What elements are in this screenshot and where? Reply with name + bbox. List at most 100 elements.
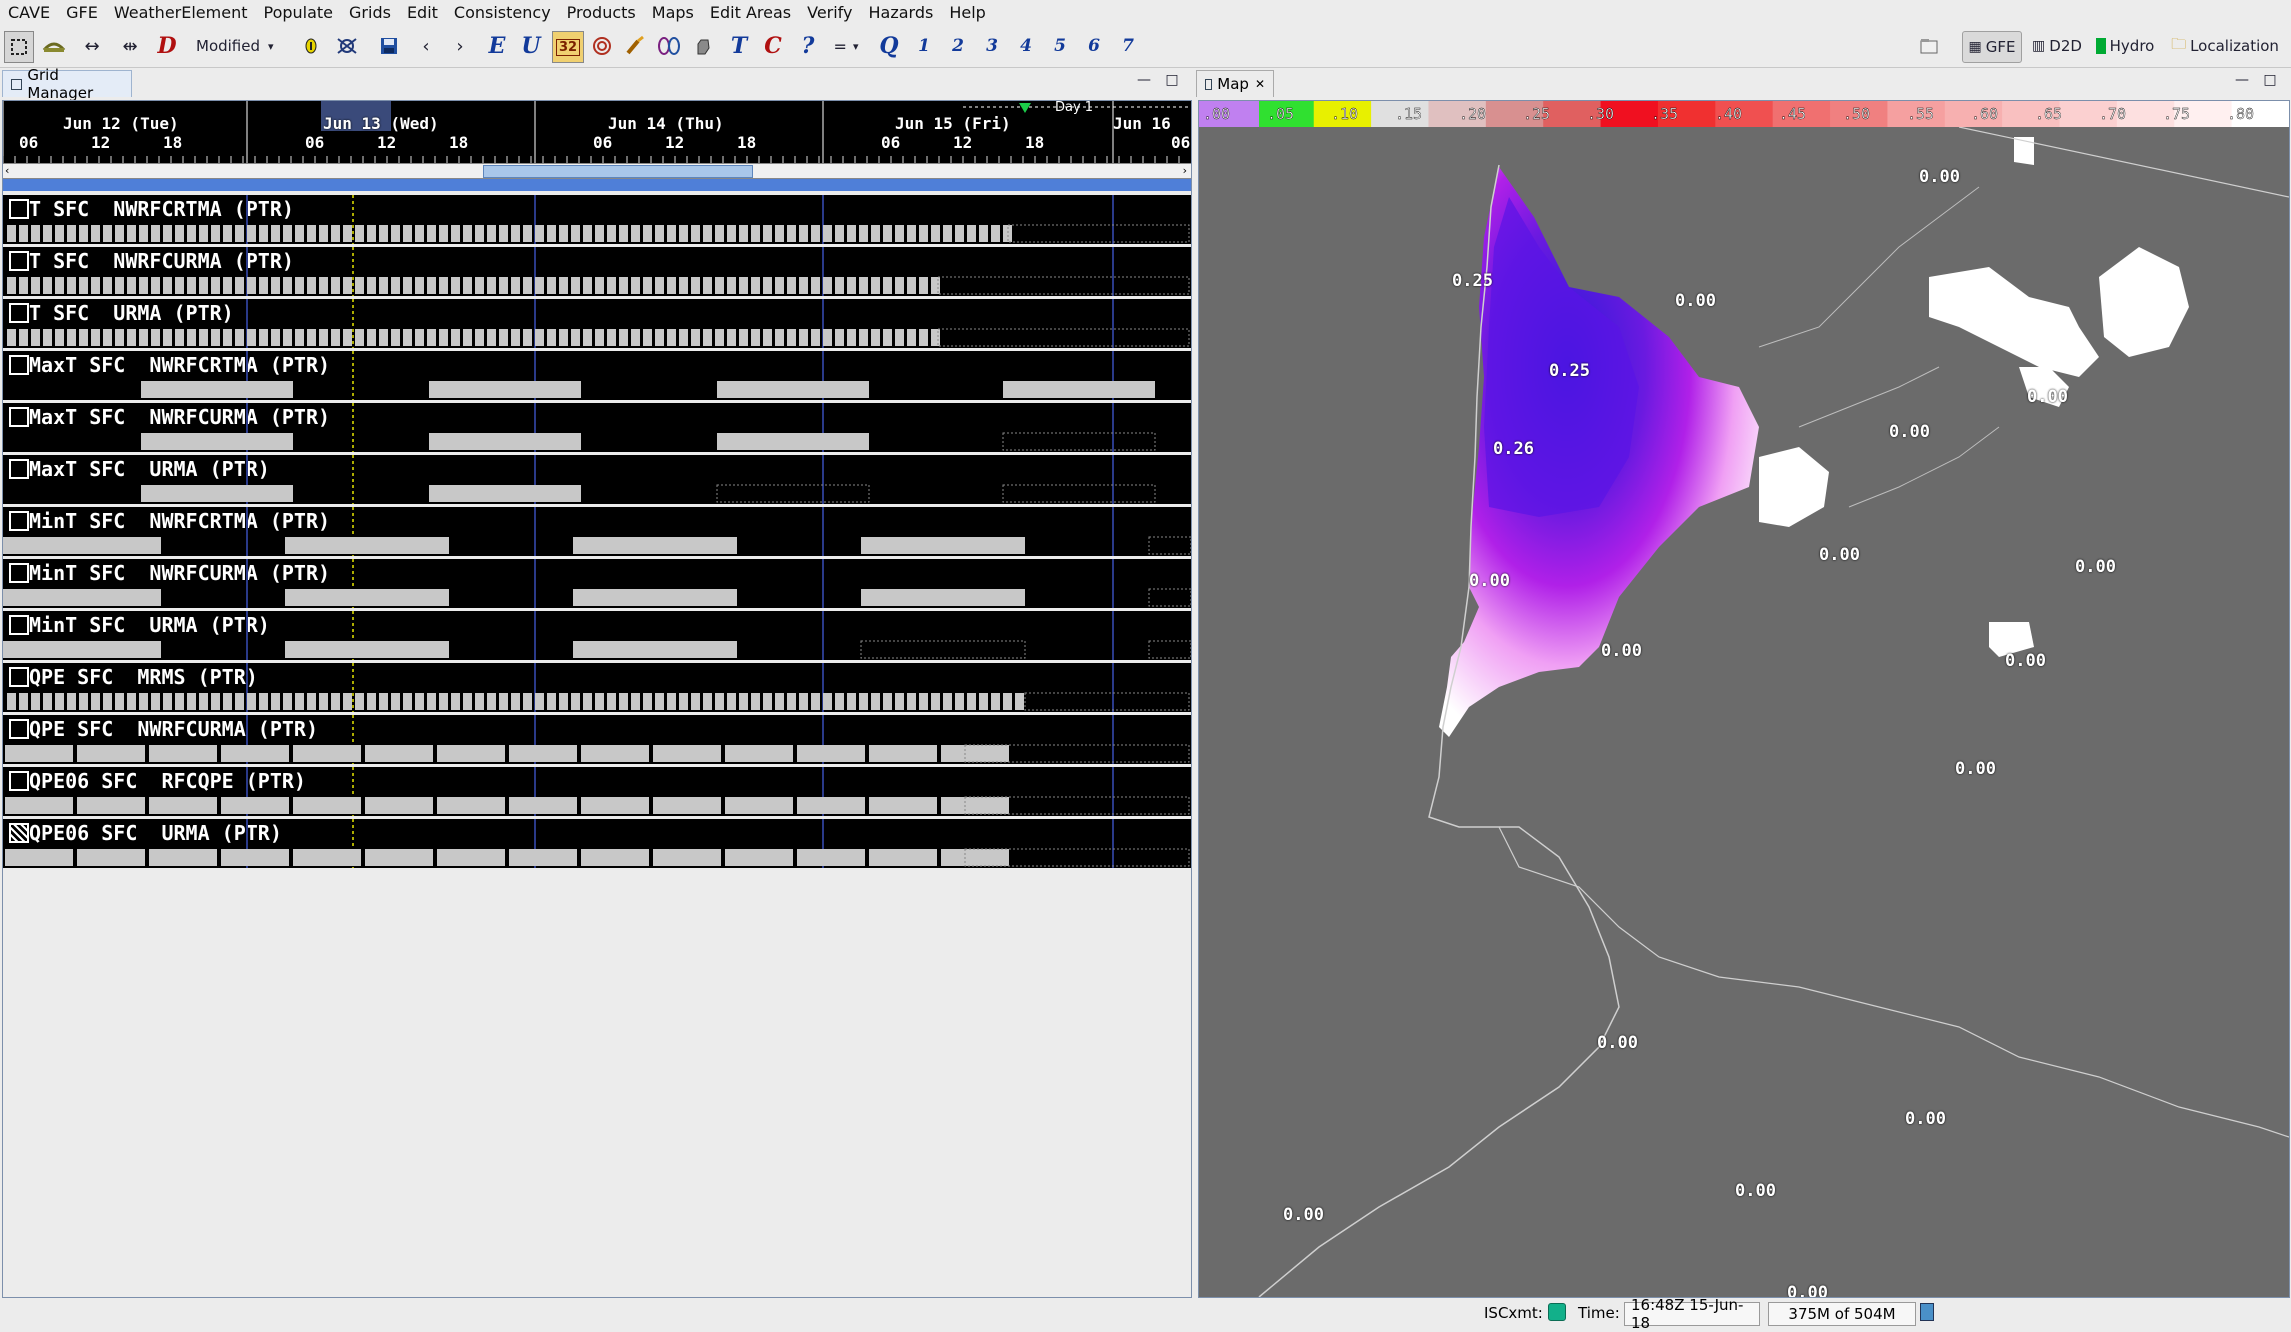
grid-block[interactable] [703,225,712,242]
grid-block[interactable] [787,693,796,710]
grid-block[interactable] [751,277,760,294]
grid-block[interactable] [763,225,772,242]
grid-block[interactable] [559,277,568,294]
color-bar[interactable]: .00 .05 .10 .15 .20 .25 .30 .35 .40 .45 .50 .55 .60.… [1199,101,2289,127]
grid-block[interactable] [715,277,724,294]
grid-block[interactable] [487,225,496,242]
grid-block[interactable] [895,329,904,346]
grid-block[interactable] [559,693,568,710]
grid-block[interactable] [295,693,304,710]
grid-block[interactable] [127,693,136,710]
grid-block[interactable] [235,277,244,294]
grid-block[interactable] [149,797,217,814]
grid-block[interactable] [559,225,568,242]
missing-grid-block[interactable] [937,276,1190,295]
grid-block[interactable] [67,693,76,710]
grid-block[interactable] [307,277,316,294]
grid-block[interactable] [691,693,700,710]
menu-maps[interactable]: Maps [644,3,702,22]
menu-hazards[interactable]: Hazards [861,3,942,22]
grid-block[interactable] [293,849,361,866]
grid-block[interactable] [141,381,293,398]
grid-block[interactable] [859,693,868,710]
grid-block[interactable] [499,225,508,242]
grid-block[interactable] [595,225,604,242]
grid-block[interactable] [285,589,449,606]
grid-block[interactable] [619,329,628,346]
grid-block[interactable] [523,225,532,242]
grid-block[interactable] [895,277,904,294]
grid-block[interactable] [797,745,865,762]
grid-block[interactable] [235,693,244,710]
grid-block[interactable] [295,277,304,294]
grid-block[interactable] [797,849,865,866]
edit-area-icon[interactable] [334,31,360,61]
grid-block[interactable] [895,693,904,710]
perspective-d2d[interactable]: ▥ D2D [2028,31,2086,61]
grid-block[interactable] [799,693,808,710]
grid-block[interactable] [581,797,649,814]
grid-block[interactable] [3,641,161,658]
grid-block[interactable] [19,693,28,710]
grid-block[interactable] [31,277,40,294]
minimize-icon[interactable]: — [1134,70,1154,90]
grid-row[interactable]: MaxT SFC NWRFCRTMA (PTR) [3,351,1191,400]
grid-block[interactable] [751,329,760,346]
grid-block[interactable] [283,329,292,346]
grid-block[interactable] [211,225,220,242]
grid-block[interactable] [607,329,616,346]
menu-weatherelement[interactable]: WeatherElement [106,3,256,22]
grid-block[interactable] [271,693,280,710]
grid-block[interactable] [221,849,289,866]
grid-block[interactable] [691,225,700,242]
mode-dropdown[interactable]: Modified ▾ [196,31,286,61]
grid-block[interactable] [67,329,76,346]
grid-block[interactable] [55,277,64,294]
grid-block[interactable] [775,693,784,710]
grid-block[interactable] [365,849,433,866]
grid-block[interactable] [667,693,676,710]
grid-block[interactable] [655,329,664,346]
grid-block[interactable] [295,329,304,346]
grid-row[interactable]: MaxT SFC URMA (PTR) [3,455,1191,504]
open-perspective-icon[interactable] [1916,31,1942,61]
grid-block[interactable] [619,277,628,294]
grid-block[interactable] [847,693,856,710]
grid-block[interactable] [307,329,316,346]
grid-block[interactable] [403,277,412,294]
grid-block[interactable] [43,693,52,710]
grid-block[interactable] [175,277,184,294]
grid-block[interactable] [607,693,616,710]
grid-block[interactable] [931,225,940,242]
grid-block[interactable] [139,329,148,346]
grid-block[interactable] [861,537,1025,554]
grid-block[interactable] [3,537,161,554]
grid-block[interactable] [307,225,316,242]
edit-c-button[interactable]: C [760,31,786,61]
save-icon[interactable] [376,31,402,61]
grid-block[interactable] [403,329,412,346]
grid-block[interactable] [319,693,328,710]
grid-block[interactable] [235,225,244,242]
grid-block[interactable] [31,225,40,242]
grid-block[interactable] [103,225,112,242]
grid-block[interactable] [415,277,424,294]
grid-block[interactable] [343,329,352,346]
grid-block[interactable] [163,329,172,346]
grid-block[interactable] [797,797,865,814]
menu-populate[interactable]: Populate [255,3,341,22]
menu-gfe[interactable]: GFE [58,3,106,22]
grid-block[interactable] [511,329,520,346]
grid-block[interactable] [31,329,40,346]
grid-block[interactable] [79,225,88,242]
grid-block[interactable] [717,433,869,450]
grid-block[interactable] [583,225,592,242]
grid-row[interactable]: QPE SFC NWRFCURMA (PTR) [3,715,1191,764]
grid-block[interactable] [439,225,448,242]
grid-block[interactable] [103,329,112,346]
grid-block[interactable] [7,329,16,346]
grid-block[interactable] [883,277,892,294]
grid-block[interactable] [511,277,520,294]
grid-block[interactable] [499,329,508,346]
grid-block[interactable] [859,329,868,346]
